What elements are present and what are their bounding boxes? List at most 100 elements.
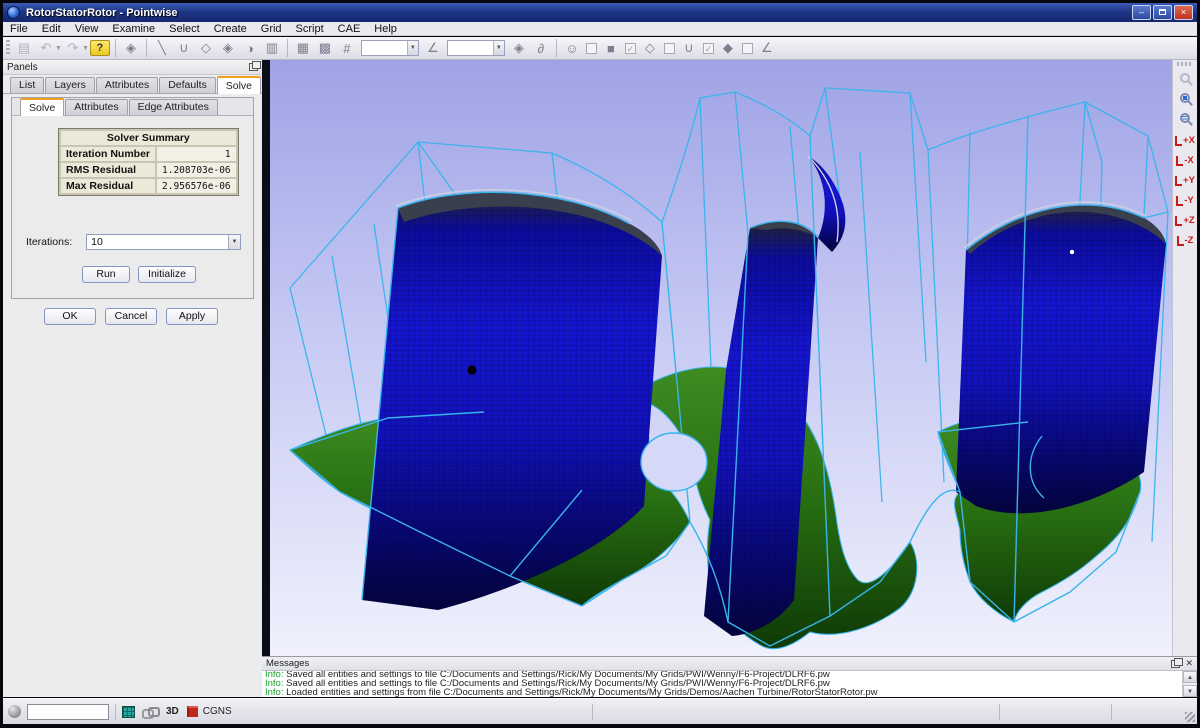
surface-visibility-icon[interactable]: ◇ [640, 38, 660, 58]
view-plus-z-button[interactable]: +Z [1175, 212, 1194, 226]
surface-icon[interactable]: ◇ [196, 38, 216, 58]
menu-create[interactable]: Create [207, 23, 254, 35]
chevron-down-icon[interactable]: ▼ [493, 41, 504, 55]
subtab-attributes[interactable]: Attributes [65, 99, 127, 115]
ok-button[interactable]: OK [44, 308, 96, 325]
menu-grid[interactable]: Grid [254, 23, 289, 35]
toolbar-grip[interactable] [1177, 62, 1193, 66]
info-badge: Info: [265, 687, 284, 697]
grid-mode-icon[interactable] [122, 706, 135, 718]
view-minus-z-button[interactable]: -Z [1177, 232, 1194, 246]
view-plus-x-label: +X [1183, 136, 1195, 146]
block-icon[interactable]: ▥ [262, 38, 282, 58]
dimension-combo[interactable]: ▼ [361, 40, 419, 56]
messages-title: Messages [266, 658, 1171, 669]
chevron-down-icon[interactable]: ▼ [228, 235, 240, 249]
viewport-3d-scene[interactable] [270, 60, 1172, 656]
menu-help[interactable]: Help [367, 23, 404, 35]
redo-dropdown-icon[interactable]: ▼ [82, 45, 89, 52]
structured-grid-icon[interactable]: ▦ [293, 38, 313, 58]
dimension-icon[interactable]: # [337, 38, 357, 58]
selected-point-marker[interactable] [468, 366, 477, 375]
scroll-down-icon[interactable]: ▼ [1183, 685, 1197, 697]
zoom-undo-icon[interactable] [1180, 73, 1190, 83]
resize-grip[interactable] [1185, 712, 1195, 722]
run-button[interactable]: Run [82, 266, 130, 283]
messages-scrollbar[interactable]: ▲ ▼ [1182, 671, 1197, 697]
float-panel-icon[interactable] [1171, 660, 1180, 668]
connector-visibility-checkbox[interactable]: ✓ [703, 43, 714, 54]
view-minus-x-label: -X [1184, 156, 1194, 166]
menu-cae[interactable]: CAE [331, 23, 368, 35]
database-visibility-checkbox[interactable] [586, 43, 597, 54]
draw-curve-icon[interactable]: ∪ [174, 38, 194, 58]
minimize-button[interactable]: – [1132, 5, 1151, 20]
cancel-button[interactable]: Cancel [105, 308, 157, 325]
tab-list[interactable]: List [10, 77, 44, 93]
chevron-down-icon[interactable]: ▼ [407, 41, 418, 55]
view-minus-x-button[interactable]: -X [1176, 152, 1194, 166]
menu-edit[interactable]: Edit [35, 23, 68, 35]
panels-dock-title: Panels [7, 62, 249, 73]
redo-icon[interactable]: ↷ [63, 38, 83, 58]
iterations-value: 10 [87, 236, 228, 248]
vector-icon[interactable]: ∠ [757, 38, 777, 58]
menu-select[interactable]: Select [162, 23, 207, 35]
trim-icon[interactable]: ◑ [240, 38, 260, 58]
menu-file[interactable]: File [3, 23, 35, 35]
view-plus-x-button[interactable]: +X [1175, 132, 1195, 146]
view-minus-y-button[interactable]: -Y [1176, 192, 1194, 206]
iterations-combobox[interactable]: 10 ▼ [86, 234, 241, 250]
block-visibility-checkbox[interactable]: ✓ [625, 43, 636, 54]
panel-splitter[interactable] [262, 60, 270, 656]
spacing-visibility-checkbox[interactable] [742, 43, 753, 54]
tab-defaults[interactable]: Defaults [159, 77, 216, 93]
angle-combo[interactable]: ▼ [447, 40, 505, 56]
save-icon[interactable]: ▤ [14, 38, 34, 58]
help-icon[interactable]: ? [90, 40, 110, 56]
status-input[interactable] [27, 704, 109, 720]
subtab-edge-attributes[interactable]: Edge Attributes [129, 99, 218, 115]
domain-visibility-checkbox[interactable] [664, 43, 675, 54]
connector-visibility-icon[interactable]: ∪ [679, 38, 699, 58]
spacing-icon[interactable]: ◆ [718, 38, 738, 58]
window-title: RotorStatorRotor - Pointwise [26, 7, 1130, 19]
solve-icon[interactable]: ◈ [509, 38, 529, 58]
scroll-up-icon[interactable]: ▲ [1183, 671, 1197, 683]
cube-icon[interactable]: ■ [601, 38, 621, 58]
menu-script[interactable]: Script [289, 23, 331, 35]
view-plus-y-button[interactable]: +Y [1175, 172, 1195, 186]
menu-view[interactable]: View [68, 23, 106, 35]
angle-icon[interactable]: ∠ [423, 38, 443, 58]
two-point-curve-icon[interactable]: ╲ [152, 38, 172, 58]
derivative-icon[interactable]: ∂ [531, 38, 551, 58]
undo-icon[interactable]: ↶ [36, 38, 56, 58]
undo-dropdown-icon[interactable]: ▼ [55, 45, 62, 52]
unstructured-grid-icon[interactable]: ▩ [315, 38, 335, 58]
initialize-button[interactable]: Initialize [138, 266, 196, 283]
dimension-mode-badge: 3D [166, 706, 179, 717]
rotor-stator-rotor-mesh [270, 60, 1172, 656]
domain-icon[interactable]: ◈ [218, 38, 238, 58]
menu-examine[interactable]: Examine [105, 23, 162, 35]
zoom-box-icon[interactable] [1180, 93, 1190, 103]
assemble-icon[interactable]: ◈ [121, 38, 141, 58]
tab-solve[interactable]: Solve [217, 76, 261, 94]
tab-attributes[interactable]: Attributes [96, 77, 158, 93]
restore-button[interactable] [1153, 5, 1172, 20]
status-separator [1111, 704, 1112, 720]
panels-dock-titlebar[interactable]: Panels [3, 60, 262, 75]
close-icon[interactable]: ✕ [1185, 658, 1193, 669]
toolbar-grip[interactable] [6, 40, 10, 56]
title-bar[interactable]: RotorStatorRotor - Pointwise – × [3, 3, 1197, 22]
zoom-extents-icon[interactable] [1180, 113, 1190, 123]
float-panel-icon[interactable] [249, 63, 258, 71]
tab-layers[interactable]: Layers [45, 77, 95, 93]
messages-titlebar[interactable]: Messages ✕ [262, 657, 1197, 671]
subtab-solve[interactable]: Solve [20, 98, 64, 116]
close-button[interactable]: × [1174, 5, 1193, 20]
apply-button[interactable]: Apply [166, 308, 218, 325]
status-separator [115, 704, 116, 720]
mask-icon[interactable]: ☺ [562, 38, 582, 58]
link-icon[interactable] [142, 707, 158, 717]
